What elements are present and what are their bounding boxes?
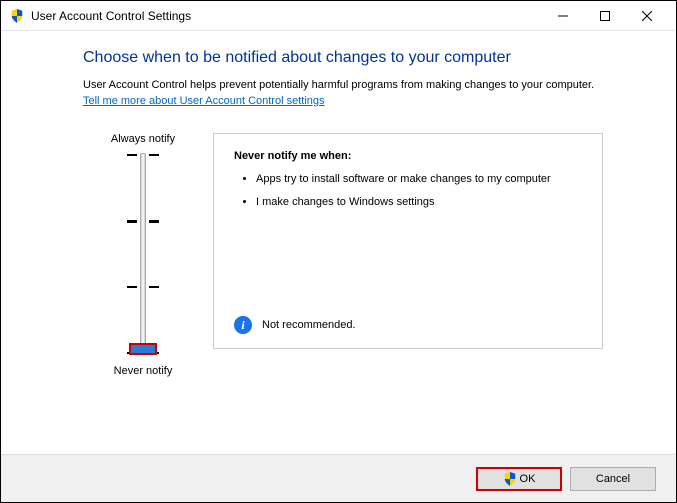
- cancel-button-label: Cancel: [596, 473, 630, 485]
- page-heading: Choose when to be notified about changes…: [83, 49, 636, 67]
- slider-label-always: Always notify: [111, 133, 175, 145]
- window-title: User Account Control Settings: [31, 9, 542, 23]
- slider-label-never: Never notify: [114, 365, 173, 377]
- recommendation-text: Not recommended.: [262, 319, 356, 331]
- cancel-button[interactable]: Cancel: [570, 467, 656, 491]
- slider-thumb[interactable]: [129, 343, 157, 355]
- info-icon: i: [234, 316, 252, 334]
- info-title: Never notify me when:: [234, 150, 582, 162]
- recommendation-row: i Not recommended.: [234, 316, 356, 334]
- close-button[interactable]: [626, 1, 668, 31]
- titlebar: User Account Control Settings: [1, 1, 676, 31]
- footer-bar: OK Cancel: [1, 454, 676, 502]
- minimize-button[interactable]: [542, 1, 584, 31]
- ok-button[interactable]: OK: [476, 467, 562, 491]
- slider-column: Always notify Never notify: [83, 133, 203, 377]
- ok-button-label: OK: [520, 473, 536, 485]
- maximize-button[interactable]: [584, 1, 626, 31]
- content-area: Choose when to be notified about changes…: [1, 31, 676, 377]
- uac-shield-icon: [503, 472, 517, 486]
- description-text: User Account Control helps prevent poten…: [83, 79, 636, 91]
- info-panel: Never notify me when: Apps try to instal…: [213, 133, 603, 349]
- info-bullet-2: I make changes to Windows settings: [256, 195, 582, 210]
- notification-slider[interactable]: [113, 153, 173, 353]
- uac-shield-icon: [9, 8, 25, 24]
- info-bullet-1: Apps try to install software or make cha…: [256, 172, 582, 187]
- learn-more-link[interactable]: Tell me more about User Account Control …: [83, 95, 325, 107]
